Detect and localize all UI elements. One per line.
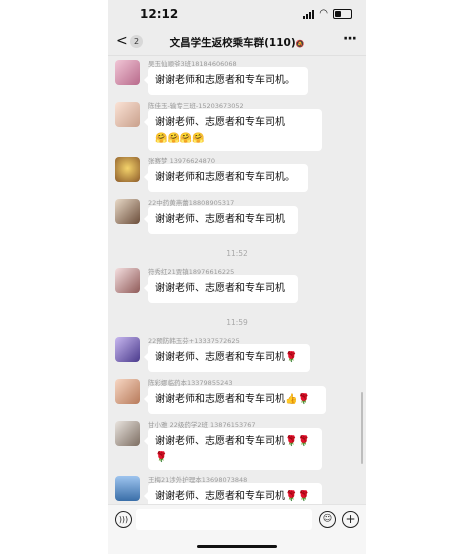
- message-bubble[interactable]: 谢谢老师、志愿者和专车司机: [144, 275, 298, 303]
- header-divider: [108, 55, 366, 56]
- emoji-reaction: 🤗🤗🤗🤗: [155, 133, 205, 144]
- plus-icon[interactable]: +: [342, 511, 359, 528]
- emoji-reaction: 🌹: [155, 452, 168, 463]
- chat-title[interactable]: 文昌学生返校乘车群(110): [170, 37, 296, 49]
- more-options-icon[interactable]: ···: [343, 31, 357, 47]
- avatar[interactable]: [115, 421, 140, 446]
- avatar[interactable]: [115, 476, 140, 501]
- message-text: 谢谢老师和志愿者和专车司机: [155, 394, 285, 405]
- message-text: 谢谢老师、志愿者和专车司机: [155, 117, 285, 128]
- emoji-reaction: 🌹🌹: [285, 491, 310, 502]
- emoji-picker-icon[interactable]: ☺: [319, 511, 336, 528]
- avatar[interactable]: [115, 157, 140, 182]
- phone-screen: 12:12 ◠ < 2 文昌学生返校乘车群(110)🔕 ··· 吴玉仙顺爷3班1…: [108, 0, 366, 554]
- emoji-reaction: 👍🌹: [285, 394, 310, 405]
- message-text: 谢谢老师、志愿者和专车司机: [155, 214, 285, 225]
- message-text: 谢谢老师和志愿者和专车司机。: [155, 172, 295, 183]
- message-bubble[interactable]: 谢谢老师、志愿者和专车司机 🤗🤗🤗🤗: [144, 109, 322, 151]
- chat-title-wrap: 文昌学生返校乘车群(110)🔕: [108, 35, 366, 50]
- system-icons: ◠: [303, 9, 352, 19]
- avatar[interactable]: [115, 199, 140, 224]
- message-text: 谢谢老师、志愿者和专车司机: [155, 436, 285, 447]
- cell-signal-icon: [303, 9, 315, 19]
- timestamp: 11:52: [226, 249, 248, 258]
- message-text: 谢谢老师和志愿者和专车司机。: [155, 75, 295, 86]
- message-bubble[interactable]: 谢谢老师、志愿者和专车司机: [144, 206, 298, 234]
- message-text: 谢谢老师、志愿者和专车司机: [155, 283, 285, 294]
- status-time: 12:12: [140, 7, 179, 21]
- avatar[interactable]: [115, 102, 140, 127]
- avatar[interactable]: [115, 60, 140, 85]
- message-input[interactable]: [136, 509, 312, 530]
- emoji-reaction: 🌹: [285, 352, 298, 363]
- emoji-reaction: 🌹🌹: [285, 436, 310, 447]
- message-bubble[interactable]: 谢谢老师和志愿者和专车司机👍🌹: [144, 386, 326, 414]
- status-bar: 12:12 ◠: [108, 0, 366, 28]
- message-bubble[interactable]: 谢谢老师、志愿者和专车司机🌹🌹 🌹: [144, 428, 322, 470]
- message-text: 谢谢老师、志愿者和专车司机: [155, 352, 285, 363]
- wifi-icon: ◠: [319, 8, 328, 19]
- avatar[interactable]: [115, 379, 140, 404]
- message-text: 谢谢老师、志愿者和专车司机: [155, 491, 285, 502]
- message-bubble[interactable]: 谢谢老师和志愿者和专车司机。: [144, 164, 308, 192]
- message-bubble[interactable]: 谢谢老师和志愿者和专车司机。: [144, 67, 308, 95]
- avatar[interactable]: [115, 268, 140, 293]
- message-bubble[interactable]: 谢谢老师、志愿者和专车司机🌹: [144, 344, 310, 372]
- avatar[interactable]: [115, 337, 140, 362]
- voice-input-icon[interactable]: ))): [115, 511, 132, 528]
- mute-icon: 🔕: [295, 40, 305, 48]
- timestamp: 11:59: [226, 318, 248, 327]
- battery-icon: [333, 9, 352, 19]
- home-indicator: [197, 545, 277, 548]
- scrollbar[interactable]: [361, 392, 363, 464]
- chat-header: < 2 文昌学生返校乘车群(110)🔕 ···: [108, 28, 366, 56]
